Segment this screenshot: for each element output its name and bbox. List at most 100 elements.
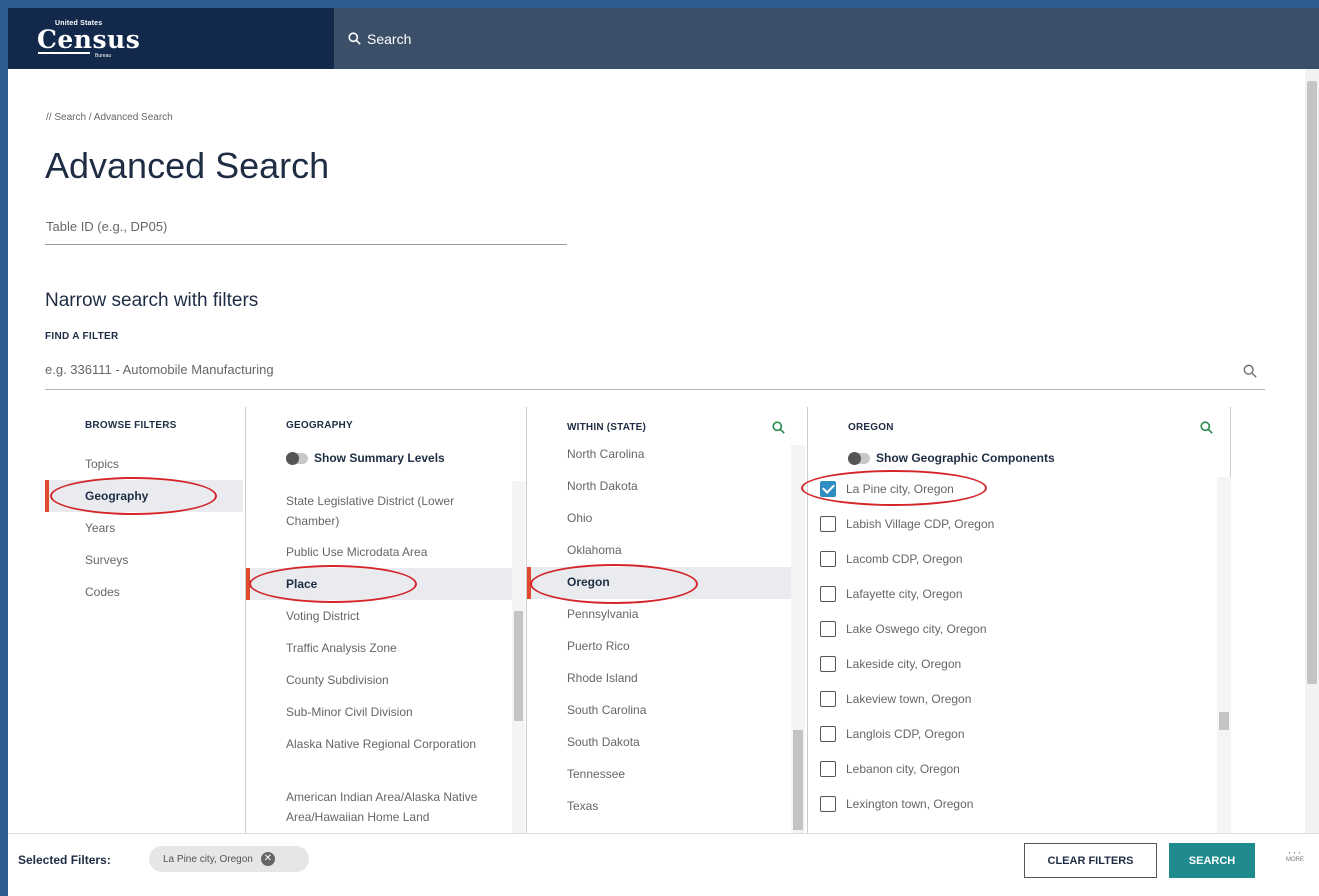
oregon-search-icon[interactable]	[1200, 421, 1213, 434]
breadcrumb[interactable]: // Search / Advanced Search	[46, 112, 173, 123]
annotation-ellipse-geography	[50, 477, 217, 515]
table-id-input[interactable]: Table ID (e.g., DP05)	[45, 219, 567, 245]
geography-scrollbar[interactable]	[512, 481, 525, 833]
logo-census: Census	[37, 25, 141, 54]
clear-filters-button[interactable]: CLEAR FILTERS	[1024, 843, 1157, 878]
toggle-label: Show Summary Levels	[314, 451, 445, 465]
header-search-label: Search	[367, 30, 412, 47]
browse-item-codes[interactable]: Codes	[85, 585, 120, 599]
state-item-pennsylvania[interactable]: Pennsylvania	[567, 607, 638, 621]
place-row-lebanon[interactable]: Lebanon city, Oregon	[820, 761, 960, 777]
geo-item-puma[interactable]: Public Use Microdata Area	[286, 542, 506, 562]
page-title: Advanced Search	[45, 145, 330, 186]
checkbox[interactable]	[820, 516, 836, 532]
checkbox[interactable]	[820, 726, 836, 742]
browse-item-topics[interactable]: Topics	[85, 457, 119, 471]
close-icon[interactable]: ✕	[260, 852, 275, 866]
place-label: Lebanon city, Oregon	[846, 762, 960, 776]
census-logo[interactable]: United States Census Bureau	[8, 8, 334, 69]
geo-item-voting-district[interactable]: Voting District	[286, 606, 506, 626]
page-scrollbar[interactable]	[1305, 69, 1319, 833]
place-row-lakeview[interactable]: Lakeview town, Oregon	[820, 691, 971, 707]
state-item-south-carolina[interactable]: South Carolina	[567, 703, 646, 717]
place-label: Lafayette city, Oregon	[846, 587, 963, 601]
geo-item-traffic-analysis-zone[interactable]: Traffic Analysis Zone	[286, 638, 506, 658]
filter-search-icon[interactable]	[1243, 364, 1257, 378]
more-dots-icon: ···	[1287, 845, 1303, 859]
checkbox[interactable]	[820, 796, 836, 812]
browse-filters-heading: BROWSE FILTERS	[85, 420, 177, 431]
oregon-scrollbar-thumb[interactable]	[1219, 712, 1229, 730]
oregon-heading: OREGON	[848, 422, 894, 433]
geo-item-american-indian-area[interactable]: American Indian Area/Alaska Native Area/…	[286, 787, 506, 827]
geo-item-state-legislative-district-lower[interactable]: State Legislative District (Lower Chambe…	[286, 491, 506, 531]
selected-filters-bar: Selected Filters: La Pine city, Oregon ✕…	[8, 833, 1319, 896]
more-button[interactable]: ··· MORE	[1280, 845, 1310, 877]
toggle-switch[interactable]	[848, 451, 870, 465]
checkbox[interactable]	[820, 656, 836, 672]
within-state-heading: WITHIN (STATE)	[567, 422, 647, 433]
place-row-lake-oswego[interactable]: Lake Oswego city, Oregon	[820, 621, 987, 637]
search-icon	[348, 32, 361, 45]
toggle-label: Show Geographic Components	[876, 451, 1055, 465]
place-label: Lexington town, Oregon	[846, 797, 974, 811]
state-item-tennessee[interactable]: Tennessee	[567, 767, 625, 781]
chip-label: La Pine city, Oregon	[163, 853, 253, 865]
place-row-langlois[interactable]: Langlois CDP, Oregon	[820, 726, 965, 742]
geo-item-alaska-native-regional-corp[interactable]: Alaska Native Regional Corporation	[286, 734, 506, 754]
checkbox[interactable]	[820, 691, 836, 707]
annotation-ellipse-la-pine	[801, 470, 987, 506]
filter-chip-la-pine[interactable]: La Pine city, Oregon ✕	[149, 846, 309, 872]
annotation-ellipse-place	[249, 565, 417, 603]
place-row-labish-village[interactable]: Labish Village CDP, Oregon	[820, 516, 994, 532]
browse-item-surveys[interactable]: Surveys	[85, 553, 128, 567]
place-label: Lacomb CDP, Oregon	[846, 552, 963, 566]
place-label: Lakeside city, Oregon	[846, 657, 962, 671]
state-item-north-carolina[interactable]: North Carolina	[567, 447, 644, 461]
state-item-rhode-island[interactable]: Rhode Island	[567, 671, 638, 685]
left-frame-strip	[0, 0, 8, 896]
selected-filters-label: Selected Filters:	[18, 853, 111, 867]
logo-underline	[38, 52, 90, 54]
state-item-texas[interactable]: Texas	[567, 799, 598, 813]
top-frame-strip	[0, 0, 1319, 8]
state-item-ohio[interactable]: Ohio	[567, 511, 592, 525]
geography-panel: GEOGRAPHY Show Summary Levels State Legi…	[245, 407, 526, 833]
find-filter-input[interactable]: e.g. 336111 - Automobile Manufacturing	[45, 362, 1265, 390]
narrow-search-heading: Narrow search with filters	[45, 290, 259, 311]
checkbox[interactable]	[820, 586, 836, 602]
place-row-lacomb[interactable]: Lacomb CDP, Oregon	[820, 551, 963, 567]
header-search-button[interactable]: Search	[348, 8, 411, 69]
state-item-oklahoma[interactable]: Oklahoma	[567, 543, 622, 557]
place-label: Lake Oswego city, Oregon	[846, 622, 987, 636]
within-state-panel: WITHIN (STATE) North Carolina North Dako…	[526, 407, 807, 833]
state-item-north-dakota[interactable]: North Dakota	[567, 479, 638, 493]
place-row-lafayette[interactable]: Lafayette city, Oregon	[820, 586, 963, 602]
oregon-scrollbar[interactable]	[1217, 477, 1231, 833]
site-header: United States Census Bureau Search	[8, 8, 1319, 69]
checkbox[interactable]	[820, 551, 836, 567]
geo-item-sub-minor-civil-division[interactable]: Sub-Minor Civil Division	[286, 702, 506, 722]
state-item-south-dakota[interactable]: South Dakota	[567, 735, 640, 749]
checkbox[interactable]	[820, 761, 836, 777]
geography-heading: GEOGRAPHY	[286, 420, 353, 431]
toggle-switch[interactable]	[286, 451, 308, 465]
geo-item-county-subdivision[interactable]: County Subdivision	[286, 670, 506, 690]
state-scrollbar[interactable]	[791, 445, 805, 833]
state-item-puerto-rico[interactable]: Puerto Rico	[567, 639, 630, 653]
place-row-lexington[interactable]: Lexington town, Oregon	[820, 796, 973, 812]
show-geographic-components-toggle[interactable]: Show Geographic Components	[848, 451, 1055, 465]
place-label: Langlois CDP, Oregon	[846, 727, 965, 741]
browse-item-years[interactable]: Years	[85, 521, 115, 535]
within-state-search-icon[interactable]	[772, 421, 785, 434]
place-label: Labish Village CDP, Oregon	[846, 517, 995, 531]
logo-bureau: Bureau	[95, 53, 112, 59]
checkbox[interactable]	[820, 621, 836, 637]
show-summary-levels-toggle[interactable]: Show Summary Levels	[286, 451, 445, 465]
geography-scrollbar-thumb[interactable]	[514, 611, 523, 721]
place-label: Lakeview town, Oregon	[846, 692, 972, 706]
search-button[interactable]: SEARCH	[1169, 843, 1255, 878]
state-scrollbar-thumb[interactable]	[793, 730, 803, 830]
place-row-lakeside[interactable]: Lakeside city, Oregon	[820, 656, 961, 672]
page-scrollbar-thumb[interactable]	[1307, 81, 1317, 684]
